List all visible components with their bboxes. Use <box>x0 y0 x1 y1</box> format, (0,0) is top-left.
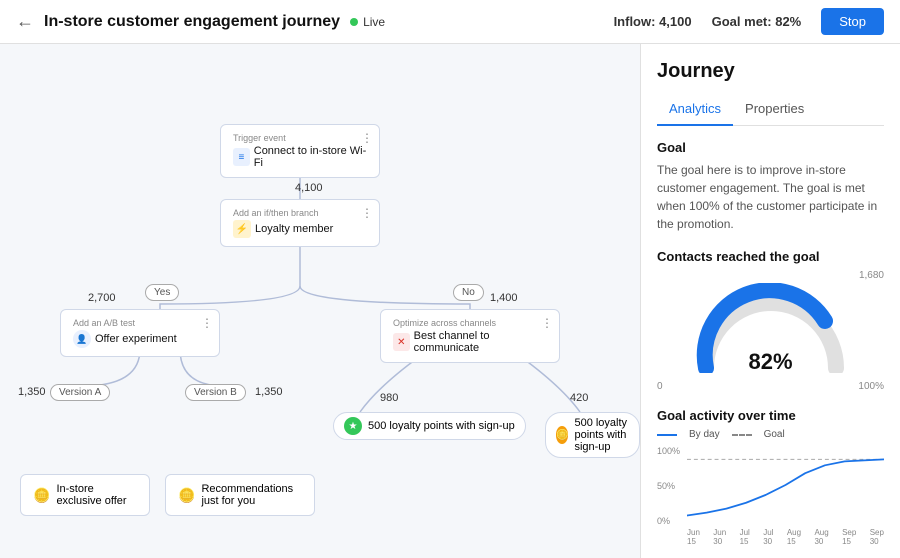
live-label: Live <box>363 15 385 29</box>
legend-line-icon <box>657 434 677 436</box>
count-420: 420 <box>570 392 588 404</box>
xaxis-aug15: Aug15 <box>787 528 801 546</box>
channel-menu-icon[interactable]: ⋮ <box>541 316 553 330</box>
leaf1-label: In-store exclusive offer <box>56 483 137 507</box>
trigger-node: Trigger event ≡ Connect to in-store Wi-F… <box>220 124 380 178</box>
legend-dashed-icon <box>732 434 752 436</box>
trigger-menu-icon[interactable]: ⋮ <box>361 131 373 145</box>
header: ← In-store customer engagement journey L… <box>0 0 900 44</box>
header-right: Inflow: 4,100 Goal met: 82% Stop <box>614 8 884 35</box>
ab-node: Add an A/B test 👤 Offer experiment ⋮ <box>60 309 220 357</box>
back-button[interactable]: ← <box>16 11 34 32</box>
legend-byday: By day <box>689 429 720 440</box>
loyalty-badge-1: ★ 500 loyalty points with sign-up <box>333 412 526 440</box>
tab-analytics[interactable]: Analytics <box>657 95 733 126</box>
gauge-min: 0 <box>657 381 663 392</box>
chart-xaxis: Jun15 Jun30 Jul15 Jul30 Aug15 Aug30 Sep1… <box>687 528 884 546</box>
trigger-icon: ≡ <box>233 148 250 166</box>
leaf-node-1: 🪙 In-store exclusive offer <box>20 474 150 516</box>
xaxis-jul30: Jul30 <box>763 528 773 546</box>
ab-menu-icon[interactable]: ⋮ <box>201 316 213 330</box>
live-dot-icon <box>350 18 358 26</box>
yaxis-0: 0% <box>657 516 685 526</box>
contacts-section-title: Contacts reached the goal <box>657 249 884 264</box>
branch-menu-icon[interactable]: ⋮ <box>361 206 373 220</box>
goal-text: The goal here is to improve in-store cus… <box>657 161 884 233</box>
sidebar-title: Journey <box>657 60 884 83</box>
tab-properties[interactable]: Properties <box>733 95 816 126</box>
loyalty-badge-2: 🪙 500 loyalty points with sign-up <box>545 412 640 458</box>
activity-section-title: Goal activity over time <box>657 408 884 423</box>
inflow-stat: Inflow: 4,100 <box>614 14 692 29</box>
legend-goal: Goal <box>764 429 785 440</box>
count-1350-a: 1,350 <box>18 386 46 398</box>
yaxis-100: 100% <box>657 446 685 456</box>
gauge-wrapper: 1,680 82% 0 100% <box>657 270 884 392</box>
chart-legend: By day Goal <box>657 429 884 440</box>
version-b-badge: Version B <box>185 384 246 401</box>
xaxis-jun30: Jun30 <box>713 528 726 546</box>
count-1350-b: 1,350 <box>255 386 283 398</box>
header-left: ← In-store customer engagement journey L… <box>16 11 614 32</box>
tabs: Analytics Properties <box>657 95 884 126</box>
channel-node: Optimize across channels ✕ Best channel … <box>380 309 560 363</box>
branch-label: Add an if/then branch <box>233 208 367 218</box>
sidebar: Journey Analytics Properties Goal The go… <box>640 44 900 558</box>
branch-title: Loyalty member <box>255 223 333 235</box>
leaf2-icon: 🪙 <box>178 487 195 504</box>
xaxis-sep30: Sep30 <box>870 528 884 546</box>
main-layout: Trigger event ≡ Connect to in-store Wi-F… <box>0 44 900 558</box>
count-1400: 1,400 <box>490 292 518 304</box>
count-4100: 4,100 <box>295 182 323 194</box>
chart-yaxis: 100% 50% 0% <box>657 446 685 526</box>
ab-label: Add an A/B test <box>73 318 207 328</box>
live-badge: Live <box>350 15 385 29</box>
branch-icon: ⚡ <box>233 220 251 238</box>
goal-stat: Goal met: 82% <box>712 14 802 29</box>
version-a-badge: Version A <box>50 384 110 401</box>
loyalty-icon-1: ★ <box>344 417 362 435</box>
loyalty-icon-2: 🪙 <box>556 426 568 444</box>
count-2700: 2,700 <box>88 292 116 304</box>
gauge-right-value: 1,680 <box>657 270 884 281</box>
gauge-label: 82% <box>748 349 792 375</box>
yes-badge: Yes <box>145 284 179 301</box>
stop-button[interactable]: Stop <box>821 8 884 35</box>
count-980: 980 <box>380 392 398 404</box>
xaxis-jul15: Jul15 <box>740 528 750 546</box>
xaxis-aug30: Aug30 <box>814 528 828 546</box>
line-chart: 100% 50% 0% <box>657 446 884 526</box>
leaf-node-2: 🪙 Recommendations just for you <box>165 474 315 516</box>
yaxis-50: 50% <box>657 481 685 491</box>
no-badge: No <box>453 284 484 301</box>
trigger-label: Trigger event <box>233 133 367 143</box>
branch-node: Add an if/then branch ⚡ Loyalty member ⋮ <box>220 199 380 247</box>
channel-icon: ✕ <box>393 333 410 351</box>
goal-section-title: Goal <box>657 140 884 155</box>
xaxis-jun15: Jun15 <box>687 528 700 546</box>
ab-icon: 👤 <box>73 330 91 348</box>
leaf2-label: Recommendations just for you <box>201 483 302 507</box>
journey-canvas: Trigger event ≡ Connect to in-store Wi-F… <box>0 44 640 558</box>
loyalty-label-2: 500 loyalty points with sign-up <box>574 417 629 453</box>
channel-title: Best channel to communicate <box>414 330 547 354</box>
leaf1-icon: 🪙 <box>33 487 50 504</box>
trigger-title: Connect to in-store Wi-Fi <box>254 145 367 169</box>
gauge-max: 100% <box>858 381 884 392</box>
channel-label: Optimize across channels <box>393 318 547 328</box>
loyalty-label-1: 500 loyalty points with sign-up <box>368 420 515 432</box>
xaxis-sep15: Sep15 <box>842 528 856 546</box>
gauge-chart: 82% <box>691 283 851 383</box>
chart-svg-area <box>687 446 884 526</box>
page-title: In-store customer engagement journey <box>44 13 340 31</box>
ab-title: Offer experiment <box>95 333 177 345</box>
